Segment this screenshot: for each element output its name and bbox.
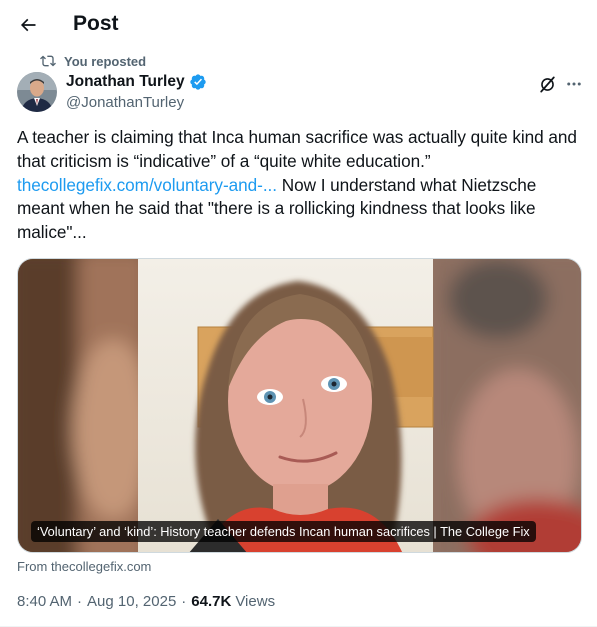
more-options-button[interactable] — [562, 72, 586, 96]
card-caption: ‘Voluntary’ and ‘kind’: History teacher … — [31, 521, 536, 542]
meta-separator: · — [77, 593, 83, 610]
author-handle[interactable]: @JonathanTurley — [66, 94, 184, 111]
card-image — [18, 259, 581, 552]
tweet-link[interactable]: thecollegefix.com/voluntary-and-... — [17, 175, 277, 195]
verified-badge-icon — [189, 74, 206, 90]
page-title: Post — [73, 12, 119, 35]
repost-indicator: You reposted — [40, 52, 146, 70]
author-name-row[interactable]: Jonathan Turley — [66, 73, 207, 91]
repost-icon — [40, 55, 56, 67]
card-source[interactable]: From thecollegefix.com — [17, 559, 151, 574]
repost-label: You reposted — [64, 53, 147, 69]
grok-button[interactable] — [535, 72, 559, 96]
author-name: Jonathan Turley — [66, 73, 185, 90]
meta-separator: · — [181, 593, 187, 610]
tweet-text-start: A teacher is claiming that Inca human sa… — [17, 127, 577, 171]
tweet-text: A teacher is claiming that Inca human sa… — [17, 126, 577, 245]
page-header: Post — [0, 0, 597, 50]
avatar-image — [17, 72, 57, 112]
arrow-left-icon — [20, 18, 36, 32]
tweet-meta: 8:40 AM · Aug 10, 2025 · 64.7K Views — [17, 593, 275, 610]
timestamp-time[interactable]: 8:40 AM — [17, 593, 72, 610]
link-card[interactable]: ‘Voluntary’ and ‘kind’: History teacher … — [17, 258, 582, 553]
grok-icon — [539, 76, 555, 92]
views-label: Views — [235, 593, 276, 610]
views-count: 64.7K — [191, 593, 232, 610]
back-button[interactable] — [12, 10, 44, 40]
author-avatar[interactable] — [17, 72, 57, 112]
timestamp-date[interactable]: Aug 10, 2025 — [87, 593, 176, 610]
more-horizontal-icon — [567, 82, 581, 86]
